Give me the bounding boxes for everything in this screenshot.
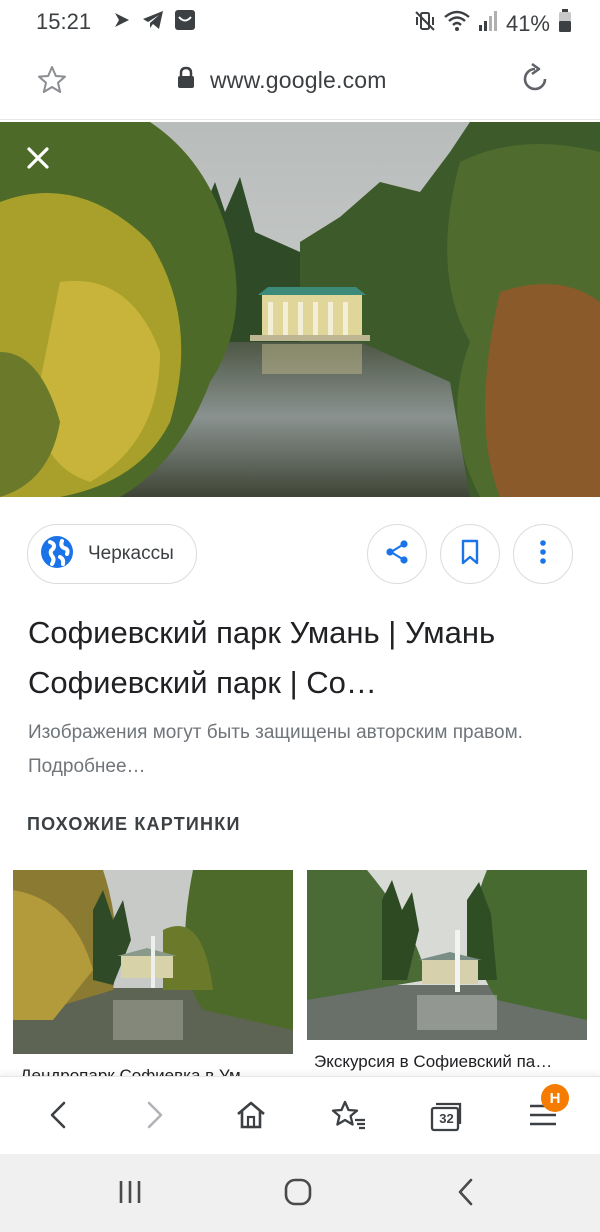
star-icon[interactable] [36,64,68,101]
similar-image-2[interactable] [307,870,587,1040]
telegram-icon [142,10,164,35]
forward-button[interactable] [133,1095,177,1139]
address-bar: www.google.com [0,44,600,120]
similar-caption-2[interactable]: Экскурсия в Софиевский па… [314,1052,584,1074]
similar-image-1[interactable] [13,870,293,1054]
home-button[interactable] [229,1095,273,1139]
mute-vibrate-icon [414,10,436,37]
copyright-notice[interactable]: Изображения могут быть защищены авторски… [28,716,568,784]
battery-percent: 41% [505,10,550,36]
back-icon [46,1100,70,1135]
bookmark-icon [458,538,482,571]
more-options-button[interactable] [513,524,573,584]
share-button[interactable] [367,524,427,584]
share-icon [383,538,411,571]
save-button[interactable] [440,524,500,584]
status-notifications [112,9,196,36]
signal-icon [478,10,498,37]
source-chip[interactable]: Черкассы [27,524,197,584]
battery-icon [558,9,572,38]
bookmarks-button[interactable] [327,1095,371,1139]
system-back-icon [456,1177,476,1212]
forward-icon [143,1100,167,1135]
recent-apps-button[interactable] [110,1176,150,1212]
notification-badge: Н [541,1084,569,1112]
tabs-button[interactable]: 32 [423,1095,467,1139]
url-text: www.google.com [210,67,387,93]
more-vert-icon [538,538,548,571]
wifi-icon [444,10,470,37]
lock-icon [176,66,196,95]
home-circle-icon [283,1177,313,1212]
recent-apps-icon [117,1179,143,1210]
close-icon[interactable] [24,144,52,172]
tab-count: 32 [439,1110,454,1126]
system-back-button[interactable] [446,1176,486,1212]
status-time: 15:21 [36,9,92,34]
source-label: Черкассы [88,543,174,564]
bookmarks-star-icon [331,1099,367,1136]
status-bar: 15:21 41% [0,0,600,44]
system-home-button[interactable] [278,1176,318,1212]
hero-image[interactable] [0,122,600,497]
browser-toolbar: 32 [0,1076,600,1154]
result-title[interactable]: Софиевский парк Умань | Умань Софиевский… [28,608,568,708]
tabs-icon: 32 [428,1102,462,1132]
mail-box-icon [174,9,196,36]
similar-caption-1[interactable]: Дендропарк Софиевка в Ум… [20,1066,290,1076]
reload-icon[interactable] [518,62,552,101]
status-system-icons: 41% [414,9,572,38]
action-row: Черкассы [0,524,600,586]
url-field[interactable]: www.google.com [176,66,387,95]
home-icon [235,1100,267,1135]
system-navigation-bar [0,1154,600,1232]
back-button[interactable] [36,1095,80,1139]
similar-images-heading: ПОХОЖИЕ КАРТИНКИ [27,814,241,834]
notification-flag-icon [112,10,132,35]
globe-icon [40,535,74,574]
